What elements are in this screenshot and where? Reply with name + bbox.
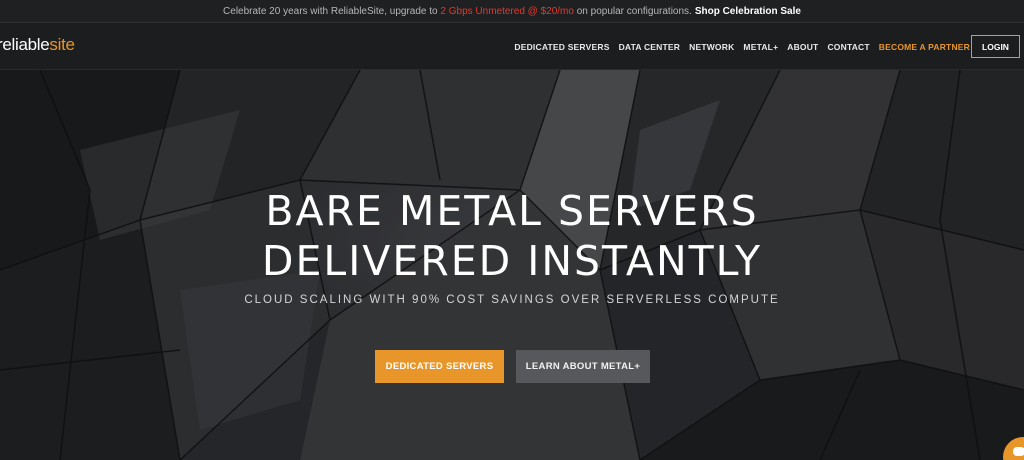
announcement-text: Celebrate 20 years with ReliableSite, up…	[223, 5, 438, 17]
hero-headline-line2: DELIVERED INSTANTLY	[261, 237, 763, 285]
hero-section: BARE METAL SERVERS DELIVERED INSTANTLY C…	[0, 70, 1024, 460]
nav-network[interactable]: NETWORK	[689, 42, 734, 52]
announcement-suffix: on popular configurations.	[576, 5, 692, 17]
nav-data-center[interactable]: DATA CENTER	[619, 42, 681, 52]
nav-menu: DEDICATED SERVERS DATA CENTER NETWORK ME…	[514, 23, 970, 70]
reliablesite-logo[interactable]: reliablesite	[0, 35, 75, 55]
nav-metal-plus[interactable]: METAL+	[743, 42, 778, 52]
chat-glyph	[1013, 447, 1024, 456]
learn-about-metal-button[interactable]: LEARN ABOUT METAL+	[516, 350, 650, 383]
hero-headline: BARE METAL SERVERS DELIVERED INSTANTLY	[0, 186, 1024, 286]
nav-dedicated-servers[interactable]: DEDICATED SERVERS	[514, 42, 609, 52]
logo-part-site: site	[49, 35, 75, 54]
login-button[interactable]: LOGIN	[971, 35, 1020, 58]
announcement-bar: Celebrate 20 years with ReliableSite, up…	[0, 0, 1024, 23]
main-navigation: reliablesite DEDICATED SERVERS DATA CENT…	[0, 23, 1024, 70]
nav-about[interactable]: ABOUT	[787, 42, 818, 52]
hero-subtitle: CLOUD SCALING WITH 90% COST SAVINGS OVER…	[244, 294, 780, 306]
nav-contact[interactable]: CONTACT	[827, 42, 869, 52]
announcement-highlight: 2 Gbps Unmetered @ $20/mo	[440, 5, 574, 17]
celebration-sale-link[interactable]: Shop Celebration Sale	[695, 6, 801, 17]
dedicated-servers-button[interactable]: DEDICATED SERVERS	[375, 350, 504, 383]
logo-part-reliable: reliable	[0, 35, 50, 54]
hero-headline-line1: BARE METAL SERVERS	[265, 187, 759, 235]
nav-become-a-partner[interactable]: BECOME A PARTNER	[879, 42, 970, 52]
